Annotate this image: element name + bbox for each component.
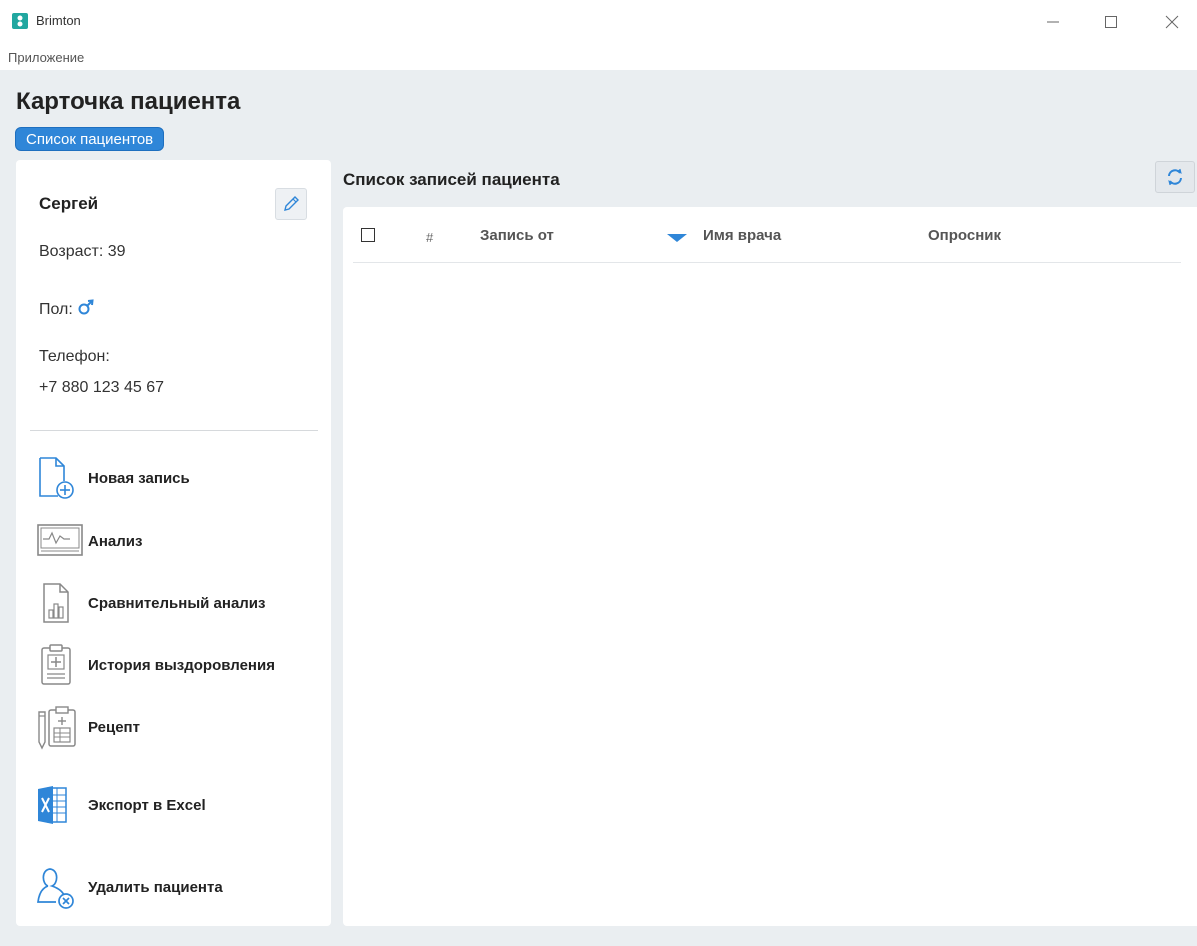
new-record-icon [39,457,74,499]
refresh-button[interactable] [1155,161,1195,193]
export-excel-label: Экспорт в Excel [88,796,206,814]
app-title: Brimton [36,13,81,28]
sex-line: Пол: [39,298,95,319]
analysis-icon [37,524,83,556]
comparative-analysis-button[interactable]: Сравнительный анализ [36,578,266,628]
records-title: Список записей пациента [343,170,560,189]
prescription-icon [38,706,76,750]
sort-desc-icon[interactable] [667,234,687,242]
analysis-button[interactable]: Анализ [36,516,142,566]
page-title: Карточка пациента [16,88,241,115]
delete-patient-icon [37,868,74,909]
phone-value: +7 880 123 45 67 [39,379,165,396]
excel-icon [38,786,67,824]
age-label: Возраст: [39,243,104,260]
main-area: Карточка пациента Список пациентов Серге… [0,70,1197,946]
column-record-date[interactable]: Запись от [480,227,554,244]
close-icon [1165,15,1179,29]
patient-list-button[interactable]: Список пациентов [15,127,165,151]
title-bar: Brimton [0,0,1197,46]
select-all-checkbox[interactable] [361,228,375,242]
age-line: Возраст: 39 [39,243,126,261]
records-table: # Запись от Имя врача Опросник [343,207,1197,926]
column-questionnaire[interactable]: Опросник [928,227,1001,244]
maximize-icon [1105,16,1117,28]
edit-patient-button[interactable] [275,188,307,220]
comparative-analysis-label: Сравнительный анализ [88,594,266,612]
patient-name: Сергей [39,194,99,213]
pencil-icon [284,196,299,211]
male-icon [78,299,94,315]
minimize-icon [1047,21,1059,23]
maximize-button[interactable] [1091,8,1131,36]
prescription-button[interactable]: Рецепт [36,702,140,752]
export-excel-button[interactable]: Экспорт в Excel [36,780,206,830]
refresh-icon [1168,168,1182,186]
minimize-button[interactable] [1033,8,1073,36]
column-number[interactable]: # [426,230,433,245]
app-logo-icon [12,13,28,29]
recovery-history-label: История выздоровления [88,656,275,674]
age-value: 39 [107,243,126,260]
menu-item-app[interactable]: Приложение [8,50,84,65]
comparative-analysis-icon [43,583,69,623]
new-record-button[interactable]: Новая запись [36,453,190,503]
recovery-history-icon [41,644,71,685]
delete-patient-button[interactable]: Удалить пациента [36,862,223,912]
divider [30,430,318,431]
prescription-label: Рецепт [88,718,140,736]
menu-bar: Приложение [0,48,1197,70]
table-header: # Запись от Имя врача Опросник [353,207,1181,263]
close-button[interactable] [1152,8,1192,36]
sex-label: Пол: [39,301,73,318]
recovery-history-button[interactable]: История выздоровления [36,640,275,690]
patient-card: Сергей Возраст: 39 Пол: Телефон: +7 880 … [16,160,331,926]
column-doctor-name[interactable]: Имя врача [703,227,781,244]
delete-patient-label: Удалить пациента [88,878,223,896]
new-record-label: Новая запись [88,469,190,487]
analysis-label: Анализ [88,532,143,550]
phone-label: Телефон: [39,348,110,365]
